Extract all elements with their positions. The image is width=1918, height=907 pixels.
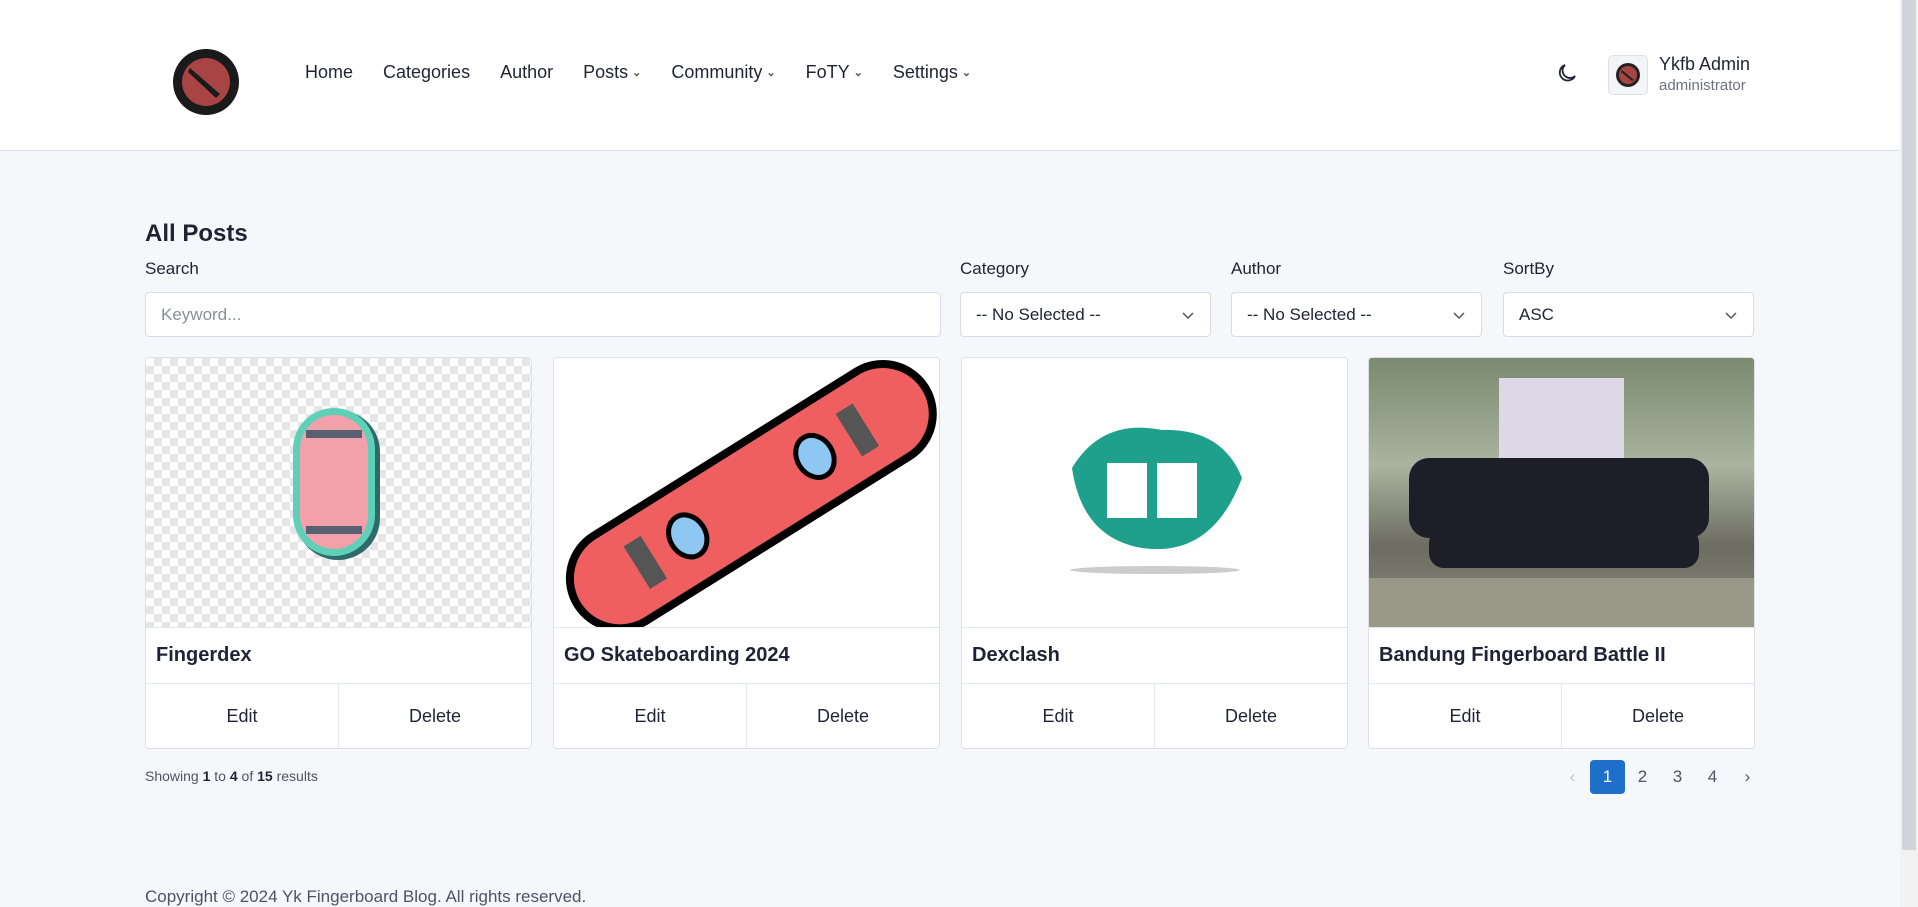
results-text: results	[276, 768, 318, 784]
sortby-label: SortBy	[1503, 259, 1555, 278]
dark-mode-moon-icon[interactable]	[1555, 61, 1579, 85]
post-image[interactable]	[554, 358, 939, 628]
nav-label: Categories	[383, 62, 471, 82]
user-name[interactable]: Ykfb Admin	[1659, 54, 1750, 75]
page-2-button[interactable]: 2	[1625, 760, 1660, 794]
nav-author[interactable]: Author	[500, 62, 553, 83]
post-title[interactable]: GO Skateboarding 2024	[554, 628, 939, 684]
page-1-button[interactable]: 1	[1590, 760, 1625, 794]
footer-copyright: Copyright © 2024 Yk Fingerboard Blog. Al…	[145, 887, 587, 906]
scrollbar[interactable]	[1900, 0, 1918, 907]
from-count: 1	[202, 768, 211, 784]
chevron-down-icon	[1453, 311, 1465, 319]
chevron-down-icon	[1182, 311, 1194, 319]
author-value: -- No Selected --	[1247, 304, 1372, 324]
edit-button[interactable]: Edit	[962, 684, 1154, 748]
page-title: All Posts	[145, 220, 248, 247]
page-3-button[interactable]: 3	[1660, 760, 1695, 794]
edit-button[interactable]: Edit	[554, 684, 746, 748]
post-title[interactable]: Bandung Fingerboard Battle II	[1369, 628, 1754, 684]
search-placeholder: Keyword...	[161, 304, 242, 324]
post-image[interactable]	[146, 358, 531, 628]
edit-button[interactable]: Edit	[146, 684, 338, 748]
user-avatar[interactable]	[1608, 55, 1648, 95]
site-logo[interactable]	[172, 48, 240, 116]
nav-home[interactable]: Home	[305, 62, 353, 83]
to-text: to	[214, 768, 226, 784]
nav-label: Home	[305, 62, 354, 82]
post-card: Dexclash Edit Delete	[961, 357, 1348, 749]
chevron-down-icon	[1725, 311, 1737, 319]
to-count: 4	[229, 768, 238, 784]
author-label: Author	[1231, 259, 1282, 278]
chevron-down-icon: ⌄	[961, 67, 972, 79]
nav-label: FoTY	[805, 62, 850, 82]
nav-label: Settings	[892, 62, 958, 82]
nav-label: Author	[500, 62, 554, 82]
category-label: Category	[960, 259, 1029, 278]
of-text: of	[241, 768, 254, 784]
total-count: 15	[257, 768, 273, 784]
edit-button[interactable]: Edit	[1369, 684, 1561, 748]
scrollbar-thumb[interactable]	[1902, 0, 1916, 850]
post-card: Bandung Fingerboard Battle II Edit Delete	[1368, 357, 1755, 749]
sortby-select[interactable]: ASC	[1503, 292, 1754, 337]
user-role: administrator	[1659, 77, 1746, 94]
post-image[interactable]	[962, 358, 1347, 628]
nav-settings[interactable]: Settings ⌄	[893, 62, 971, 83]
nav-foty[interactable]: FoTY ⌄	[806, 62, 863, 83]
avatar-logo-icon	[1616, 63, 1640, 87]
main-nav: Home Categories Author Posts ⌄ Community ⌄…	[305, 62, 971, 83]
prev-page-button[interactable]: ‹	[1555, 760, 1590, 794]
showing-text: Showing	[145, 768, 199, 784]
delete-button[interactable]: Delete	[1561, 684, 1754, 748]
results-summary: Showing 1 to 4 of 15 results	[145, 768, 318, 784]
sortby-value: ASC	[1519, 304, 1554, 324]
post-image[interactable]	[1369, 358, 1754, 628]
nav-label: Community	[671, 62, 763, 82]
nav-community[interactable]: Community ⌄	[671, 62, 775, 83]
post-card: Fingerdex Edit Delete	[145, 357, 532, 749]
delete-button[interactable]: Delete	[338, 684, 531, 748]
post-card: GO Skateboarding 2024 Edit Delete	[553, 357, 940, 749]
chevron-down-icon: ⌄	[632, 67, 642, 79]
category-select[interactable]: -- No Selected --	[960, 292, 1211, 337]
search-label: Search	[145, 259, 199, 278]
nav-label: Posts	[583, 62, 629, 82]
nav-posts[interactable]: Posts ⌄	[583, 62, 641, 83]
page-4-button[interactable]: 4	[1695, 760, 1730, 794]
nav-categories[interactable]: Categories	[383, 62, 470, 83]
chevron-down-icon: ⌄	[766, 67, 776, 79]
top-header: Home Categories Author Posts ⌄ Community ⌄…	[0, 0, 1900, 151]
author-select[interactable]: -- No Selected --	[1231, 292, 1482, 337]
next-page-button[interactable]: ›	[1730, 760, 1765, 794]
post-title[interactable]: Dexclash	[962, 628, 1347, 684]
delete-button[interactable]: Delete	[746, 684, 939, 748]
pagination: ‹ 1 2 3 4 ›	[1555, 760, 1765, 794]
delete-button[interactable]: Delete	[1154, 684, 1347, 748]
search-input[interactable]: Keyword...	[145, 292, 941, 337]
chevron-down-icon: ⌄	[853, 67, 863, 79]
post-title[interactable]: Fingerdex	[146, 628, 531, 684]
category-value: -- No Selected --	[976, 304, 1101, 324]
